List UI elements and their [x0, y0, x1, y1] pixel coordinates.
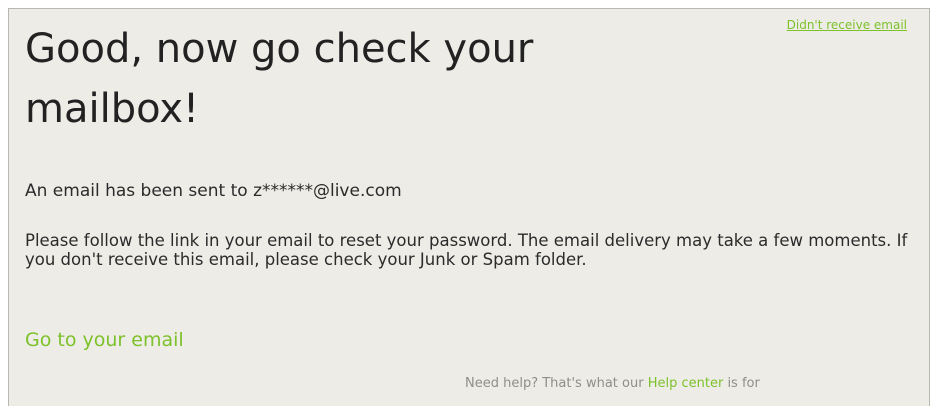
- help-prefix-text: Need help? That's what our: [465, 376, 648, 391]
- go-to-email-link[interactable]: Go to your email: [25, 328, 184, 352]
- email-sent-message: An email has been sent to z******@live.c…: [25, 181, 402, 201]
- help-center-link[interactable]: Help center: [648, 376, 724, 391]
- page-title: Good, now go check your mailbox!: [25, 26, 534, 132]
- help-suffix-text: is for: [723, 376, 760, 391]
- didnt-receive-email-link[interactable]: Didn't receive email: [787, 18, 907, 32]
- email-sent-panel: Didn't receive email Good, now go check …: [8, 8, 930, 406]
- help-text: Need help? That's what our Help center i…: [465, 375, 760, 393]
- reset-instructions: Please follow the link in your email to …: [25, 231, 908, 269]
